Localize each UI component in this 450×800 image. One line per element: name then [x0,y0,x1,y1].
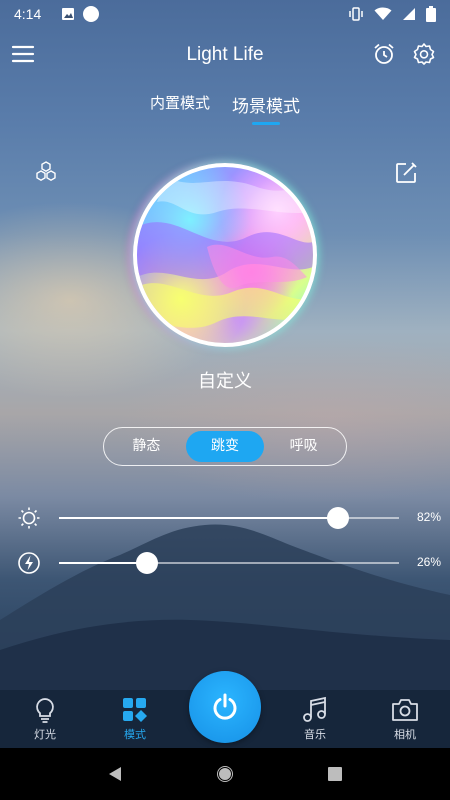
nav-item-light[interactable]: 灯光 [0,690,90,748]
nav-label-mode: 模式 [124,728,146,741]
system-navigation-bar [0,748,450,800]
nav-item-music[interactable]: 音乐 [270,690,360,748]
music-note-icon [303,696,326,722]
speed-value: 26% [416,555,441,569]
home-circle-icon[interactable] [215,764,235,784]
scene-color-preview[interactable] [133,163,317,347]
speed-slider-row: 26% [0,548,450,578]
recents-square-icon[interactable] [326,765,344,783]
camera-icon [392,699,418,721]
vibrate-icon [349,7,363,21]
nav-item-camera[interactable]: 相机 [360,690,450,748]
speed-slider-fill [59,562,148,564]
effect-static-button[interactable]: 静态 [107,431,186,462]
battery-icon [426,6,436,22]
mode-grid-icon [123,698,147,722]
scene-name: 自定义 [198,371,252,392]
status-time: 4:14 [14,6,42,22]
tab-scene-mode[interactable]: 场景模式 [232,92,300,125]
edit-icon[interactable] [391,158,421,188]
settings-gear-icon[interactable] [410,40,438,68]
tab-builtin-mode[interactable]: 内置模式 [150,92,210,117]
brightness-slider-row: 82% [0,503,450,533]
nav-item-mode[interactable]: 模式 [90,690,180,748]
alarm-clock-icon[interactable] [370,40,398,68]
bulb-icon [36,698,54,723]
fluid-color-art [137,177,313,328]
brightness-slider-fill [59,517,338,519]
brightness-slider[interactable] [59,507,399,529]
notification-dot-icon [83,6,100,22]
brightness-value: 82% [416,510,441,524]
speed-slider[interactable] [59,552,399,574]
power-icon [213,693,237,720]
brightness-slider-thumb[interactable] [326,507,349,529]
brightness-sun-icon [18,507,40,529]
signal-icon [403,8,415,20]
nav-label-music: 音乐 [304,728,326,741]
effect-breath-button[interactable]: 呼吸 [264,431,343,462]
hexagon-cluster-icon[interactable] [31,158,61,188]
app-bar: Light Life [0,36,450,76]
speed-lightning-icon [18,552,40,574]
effect-jump-button[interactable]: 跳变 [185,431,265,462]
mode-tabs: 内置模式 场景模式 [0,92,450,125]
back-triangle-icon[interactable] [106,765,124,783]
nav-label-camera: 相机 [394,728,416,741]
speed-slider-thumb[interactable] [136,552,159,574]
effect-mode-selector: 静态 跳变 呼吸 [103,427,347,466]
status-bar: 4:14 [0,0,450,28]
power-button[interactable] [189,671,261,743]
image-notification-icon [62,8,75,20]
wifi-icon [374,7,392,20]
nav-label-light: 灯光 [34,728,56,741]
